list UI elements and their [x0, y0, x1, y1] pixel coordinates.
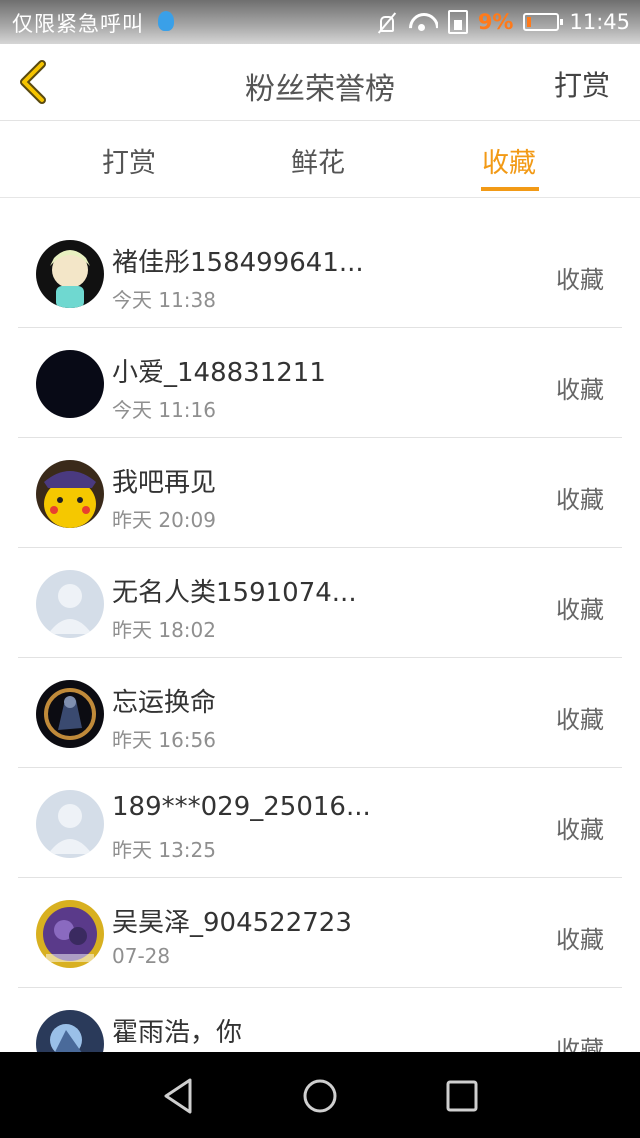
fan-name: 小爱_148831211: [112, 358, 326, 388]
status-icons: 9% 11:45: [376, 6, 630, 38]
avatar: [36, 240, 104, 308]
fan-action-label: 收藏: [556, 486, 604, 514]
list-item[interactable]: 忘运换命 昨天 16:56 收藏: [0, 658, 640, 768]
fan-time: 昨天 16:56: [112, 728, 216, 752]
clock: 11:45: [569, 10, 630, 34]
header: 粉丝荣誉榜 打赏: [0, 44, 640, 121]
fan-name: 189***029_25016...: [112, 792, 371, 822]
list-item[interactable]: 189***029_25016... 昨天 13:25 收藏: [0, 768, 640, 878]
fan-action-label: 收藏: [556, 266, 604, 294]
fan-name: 忘运换命: [112, 688, 217, 718]
fan-time: 今天 11:38: [112, 288, 216, 312]
fan-time: 昨天 13:25: [112, 838, 216, 862]
tab-reward[interactable]: 打赏: [102, 141, 156, 180]
fan-action-label: 收藏: [556, 816, 604, 844]
list-item[interactable]: 无名人类1591074... 昨天 18:02 收藏: [0, 548, 640, 658]
list-item[interactable]: 吴昊泽_904522723 07-28 收藏: [0, 878, 640, 988]
nav-home-button[interactable]: [298, 1074, 342, 1118]
avatar: [36, 460, 104, 528]
mute-icon: [376, 11, 398, 33]
fan-name: 我吧再见: [112, 468, 217, 498]
default-avatar: [36, 790, 104, 858]
fan-time: 今天 11:16: [112, 398, 216, 422]
tab-bar: 打赏 鲜花 收藏: [0, 121, 640, 198]
fan-list: 褚佳彤158499641... 今天 11:38 收藏 小爱_148831211…: [0, 218, 640, 1098]
circle-home-icon: [303, 1079, 337, 1113]
fan-time: 昨天 18:02: [112, 618, 216, 642]
fan-name: 褚佳彤158499641...: [112, 248, 364, 278]
system-nav-bar: [0, 1052, 640, 1138]
wifi-icon: [408, 11, 438, 33]
fan-time: 昨天 20:09: [112, 508, 216, 532]
fan-action-label: 收藏: [556, 596, 604, 624]
fan-action-label: 收藏: [556, 706, 604, 734]
avatar: [36, 900, 104, 968]
sim-card-icon: [447, 10, 468, 34]
avatar: [36, 350, 104, 418]
fan-action-label: 收藏: [556, 376, 604, 404]
triangle-back-icon: [164, 1078, 192, 1114]
tab-flowers[interactable]: 鲜花: [291, 141, 345, 180]
carrier-text: 仅限紧急呼叫: [12, 12, 144, 36]
nav-recents-button[interactable]: [440, 1074, 484, 1118]
default-avatar: [36, 570, 104, 638]
list-item[interactable]: 褚佳彤158499641... 今天 11:38 收藏: [0, 218, 640, 328]
avatar: [36, 680, 104, 748]
active-tab-indicator: [481, 187, 539, 191]
square-recents-icon: [446, 1080, 478, 1112]
qq-notification-icon: [158, 11, 174, 31]
list-item[interactable]: 小爱_148831211 今天 11:16 收藏: [0, 328, 640, 438]
status-bar: 仅限紧急呼叫 9% 11:45: [0, 0, 640, 44]
fan-name: 吴昊泽_904522723: [112, 908, 352, 938]
battery-percent: 9%: [477, 10, 514, 34]
screen: 仅限紧急呼叫 9% 11:45 粉丝荣誉榜 打赏 打赏 鲜花 收藏 褚佳彤158…: [0, 0, 640, 1138]
battery-icon: [523, 13, 564, 31]
tab-favorites[interactable]: 收藏: [482, 141, 536, 180]
list-item[interactable]: 我吧再见 昨天 20:09 收藏: [0, 438, 640, 548]
fan-name: 霍雨浩，你: [112, 1018, 243, 1048]
fan-time: 07-28: [112, 944, 171, 968]
reward-button[interactable]: 打赏: [554, 64, 610, 104]
fan-action-label: 收藏: [556, 926, 604, 954]
nav-back-button[interactable]: [158, 1074, 202, 1118]
fan-name: 无名人类1591074...: [112, 578, 357, 608]
page-title: 粉丝荣誉榜: [245, 72, 395, 107]
